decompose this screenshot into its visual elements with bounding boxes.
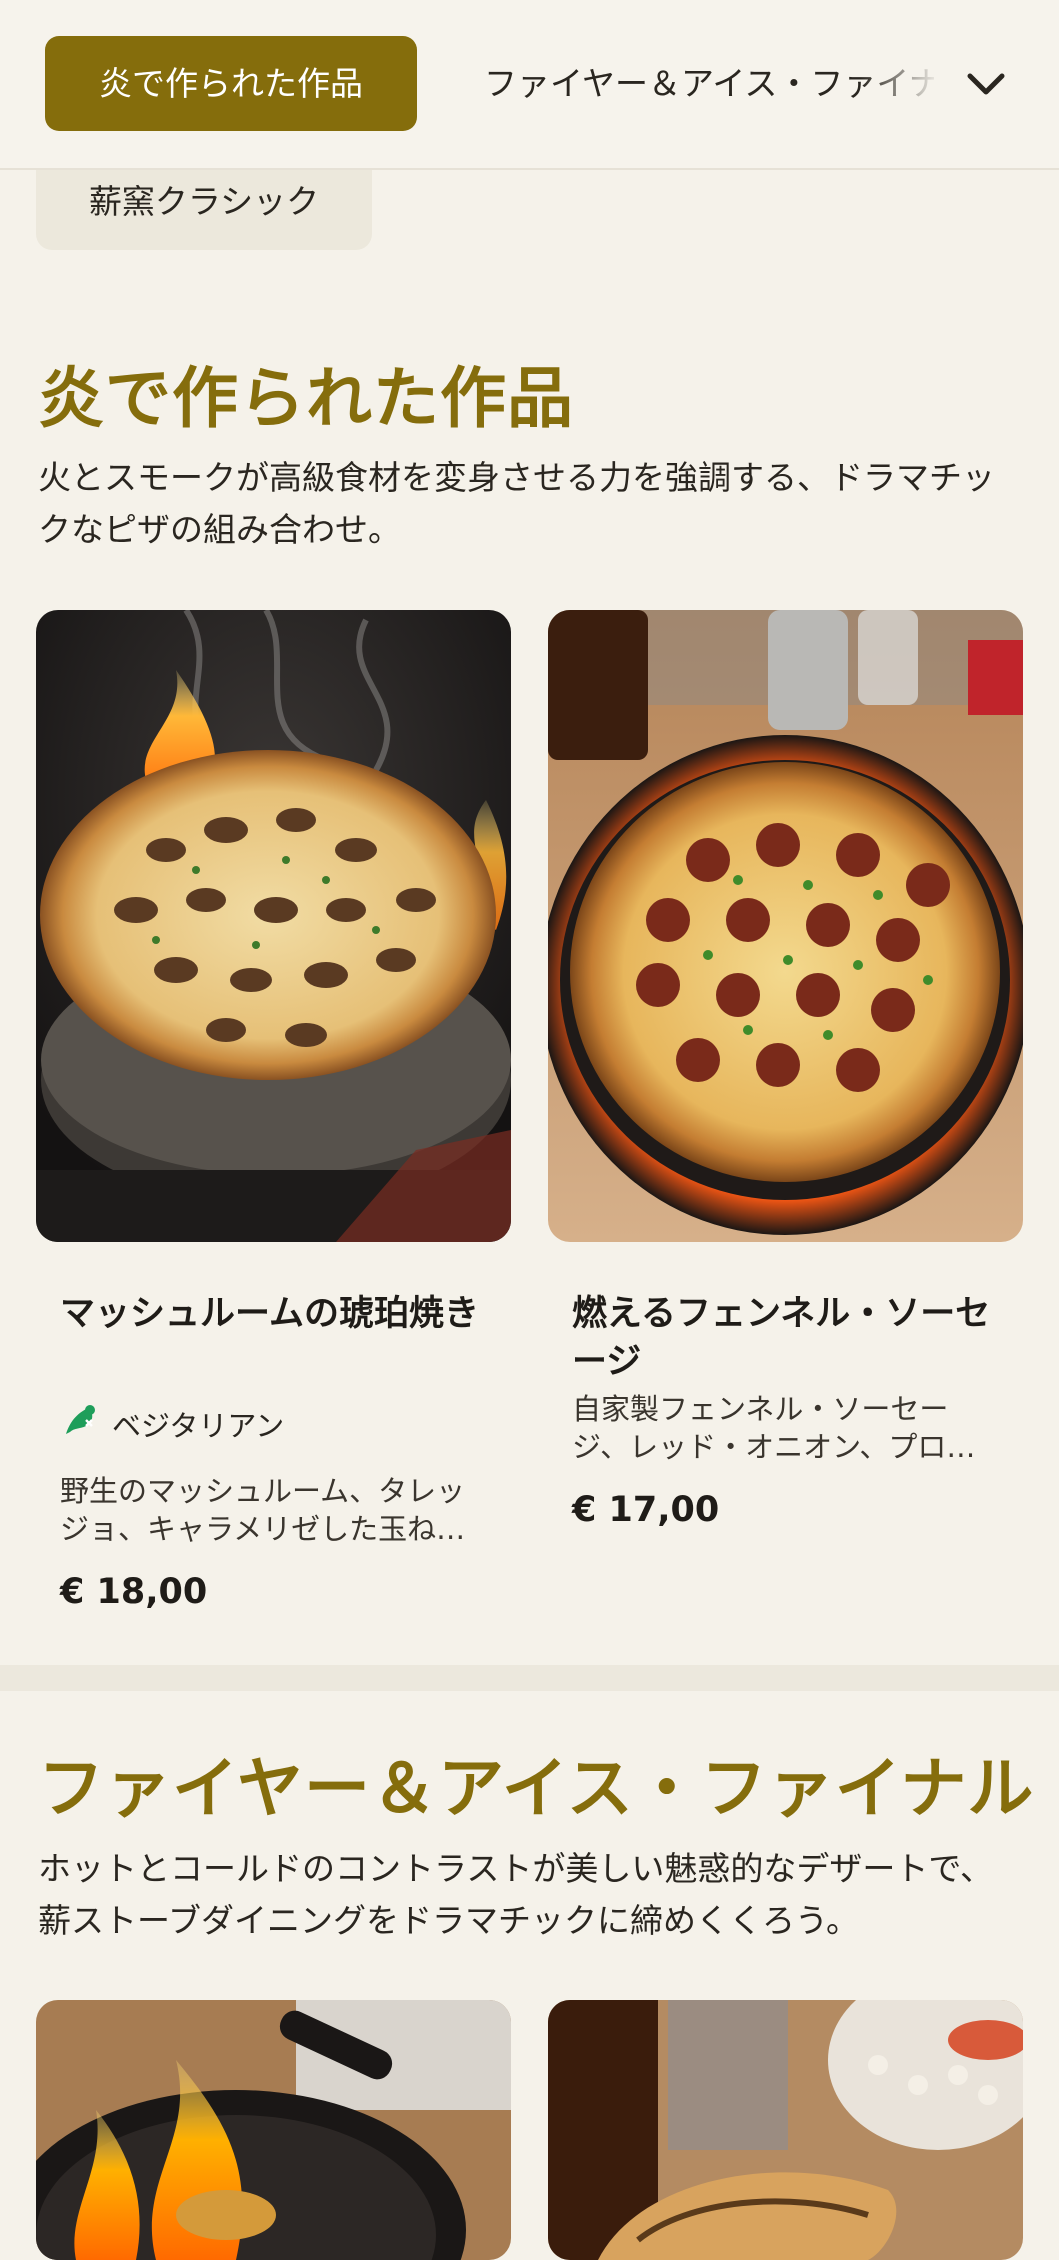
section-title: 炎で作られた作品 bbox=[38, 360, 574, 437]
menu-item-price: € 18,00 bbox=[60, 1572, 208, 1612]
tab-wood-fired-classics[interactable]: 薪窯クラシック bbox=[36, 160, 372, 250]
section-description: ホットとコールドのコントラストが美しい魅惑的なデザートで、薪ストーブダイニングを… bbox=[38, 1849, 994, 1940]
pizza-image-fennel-sausage[interactable] bbox=[548, 610, 1023, 1242]
menu-item-description: 野生のマッシュルーム、タレッジョ、キャラメリゼした玉ね… bbox=[60, 1474, 466, 1546]
menu-item-name[interactable]: 燃えるフェンネル・ソーセージ bbox=[572, 1290, 1002, 1386]
category-nav: 炎で作られた作品 ファイヤー＆アイス・ファイナル bbox=[0, 0, 1059, 170]
menu-item-price: € 17,00 bbox=[572, 1490, 720, 1530]
vegetarian-label: ベジタリアン bbox=[112, 1408, 285, 1443]
section-title: ファイヤー＆アイス・ファイナル bbox=[38, 1750, 1035, 1827]
chevron-down-icon[interactable] bbox=[962, 60, 1010, 108]
section-divider bbox=[0, 1665, 1059, 1691]
dessert-image-calzone[interactable] bbox=[548, 2000, 1023, 2260]
vegetarian-icon bbox=[60, 1400, 100, 1447]
tab-flame-creations[interactable]: 炎で作られた作品 bbox=[45, 36, 417, 131]
vegetarian-badge: ベジタリアン bbox=[60, 1400, 284, 1447]
tab-overflow-fade bbox=[860, 36, 955, 131]
menu-item-name[interactable]: マッシュルームの琥珀焼き bbox=[60, 1290, 490, 1338]
dessert-image-flambe[interactable] bbox=[36, 2000, 511, 2260]
section-description: 火とスモークが高級食材を変身させる力を強調する、ドラマチックなピザの組み合わせ。 bbox=[38, 458, 995, 549]
menu-item-description: 自家製フェンネル・ソーセージ、レッド・オニオン、プロ… bbox=[572, 1392, 976, 1464]
pizza-image-mushroom[interactable] bbox=[36, 610, 511, 1242]
